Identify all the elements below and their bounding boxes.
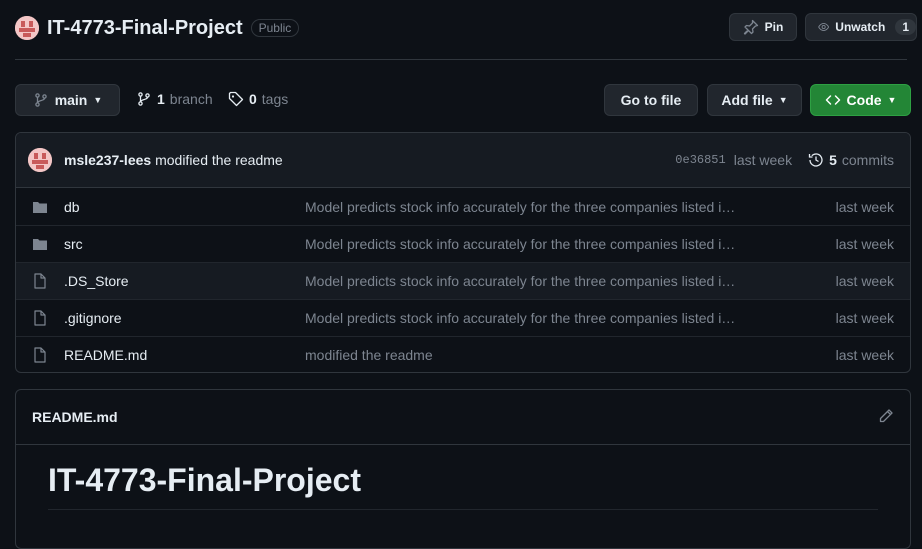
file-commit-message[interactable]: Model predicts stock info accurately for… [305,310,755,326]
history-icon [808,153,823,167]
code-label: Code [846,92,882,108]
go-to-file-button[interactable]: Go to file [604,84,698,116]
branch-count: 1 [157,91,165,107]
add-file-label: Add file [721,92,773,108]
code-button[interactable]: Code ▼ [810,84,911,116]
file-icon [32,310,48,326]
branch-word: branch [169,91,213,107]
repo-name[interactable]: IT-4773-Final-Project [47,17,243,40]
file-commit-message[interactable]: modified the readme [305,347,755,363]
tags-link[interactable]: 0 tags [228,91,288,107]
pencil-icon[interactable] [878,408,894,427]
commit-message[interactable]: modified the readme [155,152,283,168]
pin-label: Pin [764,20,784,34]
commit-author[interactable]: msle237-lees [64,152,151,168]
commit-time: last week [733,152,793,168]
branches-link[interactable]: 1 branch [136,91,213,107]
file-name[interactable]: .gitignore [64,310,305,326]
readme-header: README.md [16,390,910,445]
watch-count: 1 [895,19,916,35]
file-commit-message[interactable]: Model predicts stock info accurately for… [305,236,755,252]
pin-button[interactable]: Pin [729,13,797,41]
eye-icon [818,23,830,31]
chevron-down-icon: ▼ [887,95,897,105]
file-list: db Model predicts stock info accurately f… [16,188,910,372]
file-name[interactable]: README.md [64,347,305,363]
latest-commit-bar: msle237-lees modified the readme 0e36851… [16,133,910,188]
repo-header: IT-4773-Final-Project Public [15,14,300,42]
commit-word: commits [841,152,894,168]
header-divider [15,59,907,60]
folder-icon [32,236,48,252]
chevron-down-icon: ▼ [93,95,103,105]
tag-count: 0 [249,91,257,107]
readme-heading-rule [48,509,878,510]
unwatch-button[interactable]: Unwatch 1 [805,13,917,41]
folder-icon [32,199,48,215]
commits-link[interactable]: 5 commits [808,152,894,168]
commit-sha[interactable]: 0e36851 [675,153,725,167]
tag-icon [228,91,244,107]
file-commit-message[interactable]: Model predicts stock info accurately for… [305,273,755,289]
file-commit-time: last week [835,273,894,289]
file-row[interactable]: README.md modified the readme last week [16,336,910,372]
add-file-button[interactable]: Add file ▼ [707,84,802,116]
unwatch-label: Unwatch [835,20,886,34]
file-commit-time: last week [835,198,894,215]
file-commit-message[interactable]: Model predicts stock info accurately for… [305,199,755,215]
file-row[interactable]: .DS_Store Model predicts stock info accur… [16,262,910,299]
readme-heading: IT-4773-Final-Project [48,462,361,498]
branch-name: main [54,92,88,108]
file-icon [32,347,48,363]
git-branch-icon [138,92,150,106]
readme-filename[interactable]: README.md [32,409,118,425]
visibility-badge: Public [250,19,300,37]
file-icon [32,273,48,289]
branch-selector[interactable]: main ▼ [15,84,120,116]
file-row[interactable]: src Model predicts stock info accurately … [16,225,910,262]
author-avatar[interactable] [28,148,52,172]
file-commit-time: last week [835,236,894,252]
file-commit-time: last week [835,310,894,326]
tag-word: tags [261,91,289,107]
commit-summary: msle237-lees modified the readme [64,152,283,168]
pin-icon [743,19,758,35]
go-to-file-label: Go to file [620,92,682,108]
readme-panel: README.md IT-4773-Final-Project [15,389,911,549]
git-branch-icon [34,93,47,107]
file-commit-time: last week [835,347,894,363]
commit-meta: 0e36851 last week 5 commits [675,152,894,168]
file-name[interactable]: db [64,199,305,215]
file-row[interactable]: db Model predicts stock info accurately f… [16,188,910,225]
file-row[interactable]: .gitignore Model predicts stock info accu… [16,299,910,336]
owner-avatar[interactable] [15,16,39,40]
chevron-down-icon: ▼ [778,95,788,105]
commit-count: 5 [829,152,837,168]
file-browser: msle237-lees modified the readme 0e36851… [15,132,911,373]
file-name[interactable]: src [64,236,305,252]
code-icon [825,95,840,105]
file-name[interactable]: .DS_Store [64,273,305,289]
